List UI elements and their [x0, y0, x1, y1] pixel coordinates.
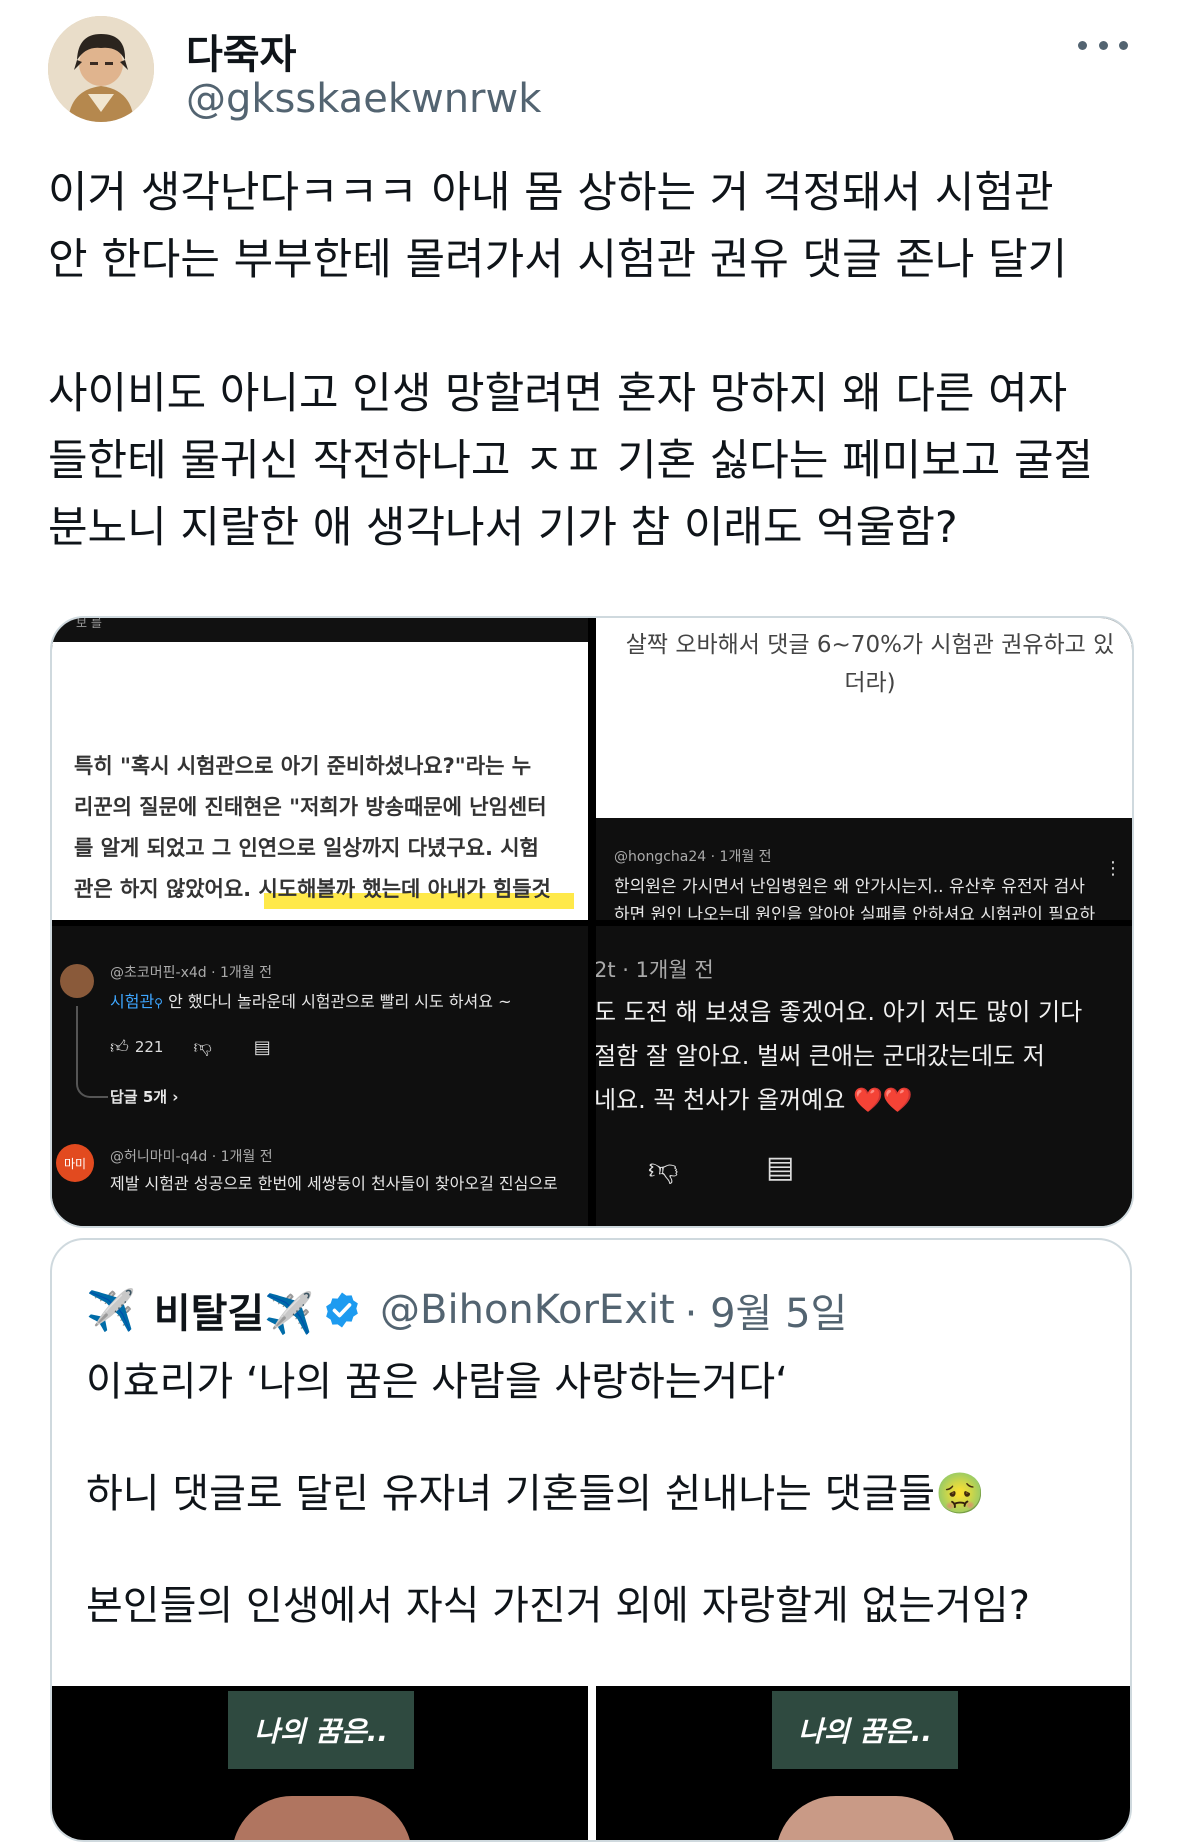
yt-user[interactable]: @초코머핀-x4d [110, 965, 207, 981]
thumbs-up-icon[interactable]: 👍︎ [110, 1036, 129, 1058]
search-tag-link[interactable]: 시험관 [110, 992, 154, 1011]
more-dot [1119, 40, 1128, 50]
airplane-avatar-icon[interactable]: ✈️ [86, 1287, 136, 1334]
article-line: 특히 "혹시 시험관으로 아기 준비하셨나요?"라는 누 [74, 754, 532, 778]
replies-toggle[interactable]: 답글 5개 › [110, 1086, 178, 1107]
media-article-screenshot[interactable]: 보 를 특히 "혹시 시험관으로 아기 준비하셨나요?"라는 누 리꾼의 질문에… [52, 618, 588, 920]
article-topbar: 보 를 [52, 618, 588, 642]
avatar[interactable] [48, 16, 154, 122]
yt-comment-text: 시험관⚲ 안 했다니 놀라운데 시험관으로 빨리 시도 하셔요 ~ [110, 992, 512, 1011]
yt-comment-line: 한의원은 가시면서 난임병원은 왜 안가시는지.. 유산후 유전자 검사 [614, 877, 1085, 897]
article-body: 특히 "혹시 시험관으로 아기 준비하셨나요?"라는 누 리꾼의 질문에 진태현… [74, 746, 574, 910]
reply-icon[interactable]: ▤ [766, 1150, 794, 1185]
heart-emoji: ❤️❤️ [852, 1086, 913, 1114]
quote-date[interactable]: · 9월 5일 [685, 1281, 848, 1339]
more-dot [1078, 40, 1087, 50]
yt-time: 1개월 전 [635, 958, 714, 982]
yt-time: 1개월 전 [220, 965, 273, 981]
kebab-icon[interactable]: ⋮ [1104, 858, 1122, 879]
yt-time: 1개월 전 [719, 849, 772, 865]
yt-time: 1개월 전 [220, 1149, 273, 1165]
commenter-avatar[interactable] [60, 964, 94, 998]
yt-user[interactable]: @허니마미-q4d [110, 1149, 207, 1165]
yt-comment-line: 하면 원인 나오는데 원인을 알아야 실패를 안하셔요 시험관이 필요하 [614, 905, 1096, 920]
quoted-tweet[interactable]: ✈️ 비탈길✈️ @BihonKorExit · 9월 5일 이효리가 ‘나의 … [50, 1238, 1132, 1842]
like-count: 221 [134, 1038, 164, 1056]
more-dot [1098, 40, 1108, 50]
yt-user[interactable]: 2t [596, 958, 616, 982]
reply-icon[interactable]: ▤ [254, 1037, 271, 1058]
avatar-figure-icon [48, 16, 154, 122]
article-line-highlighted: 관은 하지 않았어요. 시도해볼까 했는데 아내가 힘들것 [74, 869, 574, 910]
article-line: 리꾼의 질문에 진태현은 "저희가 방송때문에 난임센터 [74, 795, 547, 819]
media-yt-comment-right[interactable]: 2t · 1개월 전 도 도전 해 보셨음 좋겠어요. 아기 저도 많이 기다 … [596, 926, 1132, 1226]
thumbs-down-icon[interactable]: 👎︎ [193, 1036, 211, 1058]
search-icon: ⚲ [154, 996, 163, 1010]
face-shape [232, 1796, 412, 1840]
quote-display-name[interactable]: 비탈길✈️ [154, 1281, 314, 1339]
article-topbar-text: 보 를 [76, 618, 102, 630]
yt-user[interactable]: @hongcha24 [614, 849, 706, 865]
reply-thread-line [76, 1006, 108, 1098]
quote-header: ✈️ 비탈길✈️ @BihonKorExit · 9월 5일 [86, 1280, 847, 1340]
quote-media-image[interactable]: 나의 꿈은.. [52, 1686, 588, 1840]
caption-text: 살짝 오바해서 댓글 6~70%가 시험관 권유하고 있 더라) [625, 632, 1115, 696]
yt-comment-top: @hongcha24 · 1개월 전 한의원은 가시면서 난임병원은 왜 안가시… [596, 818, 1132, 920]
yt-comment-text: 제발 시험관 성공으로 한번에 세쌍둥이 천사들이 찾아오길 진심으로 [110, 1174, 558, 1193]
commenter-avatar[interactable]: 마미 [56, 1144, 94, 1182]
yt-comment-body: 도 도전 해 보셨음 좋겠어요. 아기 저도 많이 기다 절함 잘 알아요. 벌… [596, 998, 1083, 1114]
dream-caption: 나의 꿈은.. [228, 1691, 414, 1769]
display-name[interactable]: 다죽자 [186, 22, 296, 80]
quote-media-image[interactable]: 나의 꿈은.. [596, 1686, 1130, 1840]
tweet-text: 이거 생각난다ㅋㅋㅋ 아내 몸 상하는 거 걱정돼서 시험관 안 한다는 부부한… [48, 168, 1094, 553]
verified-badge-icon [326, 1292, 358, 1328]
quote-handle[interactable]: @BihonKorExit [380, 1287, 675, 1333]
thumbs-down-icon[interactable]: 👎︎ [648, 1152, 678, 1188]
chevron-right-icon: › [172, 1088, 179, 1106]
yt-actions: 👍︎ 221 👎︎ ▤ [110, 1036, 271, 1059]
face-shape [776, 1796, 956, 1840]
dream-caption: 나의 꿈은.. [772, 1691, 958, 1769]
article-line: 를 알게 되었고 그 인연으로 일상까지 다녔구요. 시험 [74, 836, 539, 860]
tweet-header: 다죽자 @gksskaekwnrwk [48, 14, 1138, 129]
media-yt-comments-left[interactable]: @초코머핀-x4d · 1개월 전 시험관⚲ 안 했다니 놀라운데 시험관으로 … [52, 926, 588, 1226]
user-handle[interactable]: @gksskaekwnrwk [186, 76, 541, 122]
media-caption-screenshot[interactable]: 살짝 오바해서 댓글 6~70%가 시험관 권유하고 있 더라) @hongch… [596, 618, 1132, 920]
media-grid[interactable]: 보 를 특히 "혹시 시험관으로 아기 준비하셨나요?"라는 누 리꾼의 질문에… [50, 616, 1134, 1228]
more-options-icon[interactable] [1078, 30, 1128, 60]
quote-text: 이효리가 ‘나의 꿈은 사람을 사랑하는거다‘ 하니 댓글로 달린 유자녀 기혼… [86, 1359, 1030, 1629]
